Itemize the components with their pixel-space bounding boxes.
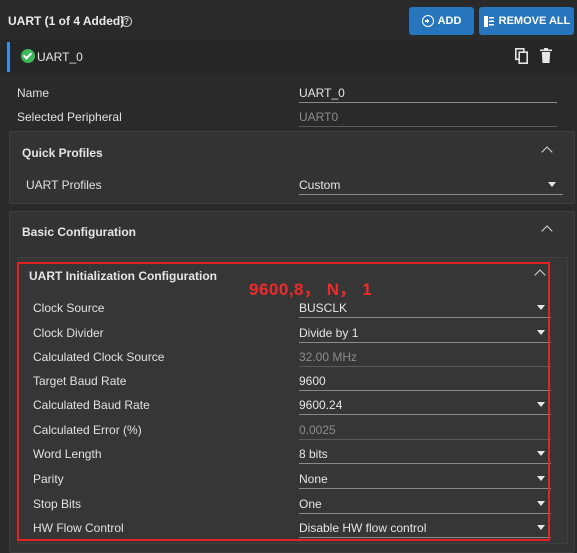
name-field-underline xyxy=(299,102,557,103)
copy-icon[interactable] xyxy=(515,48,528,64)
basic-configuration-title[interactable]: Basic Configuration xyxy=(22,225,136,239)
uart-profiles-underline xyxy=(299,194,563,195)
remove-list-icon xyxy=(483,15,494,27)
uart-profiles-label: UART Profiles xyxy=(26,178,102,192)
uart-profiles-select[interactable]: Custom xyxy=(299,178,340,192)
instance-selected-indicator xyxy=(7,42,10,72)
quick-profiles-title[interactable]: Quick Profiles xyxy=(22,146,103,160)
check-icon xyxy=(21,49,35,63)
add-button-label: ADD xyxy=(437,15,462,27)
trash-icon[interactable] xyxy=(540,48,552,63)
instance-name: UART_0 xyxy=(37,50,83,64)
instance-bar[interactable] xyxy=(0,40,577,74)
remove-all-label: REMOVE ALL xyxy=(498,15,571,27)
name-field[interactable]: UART_0 xyxy=(299,86,345,100)
selected-peripheral-field: UART0 xyxy=(299,110,339,124)
add-button[interactable]: ADD xyxy=(409,7,474,35)
add-circle-icon xyxy=(421,15,434,27)
selected-peripheral-label: Selected Peripheral xyxy=(17,110,122,124)
remove-all-button[interactable]: REMOVE ALL xyxy=(479,7,574,35)
page-title: UART (1 of 4 Added) xyxy=(8,14,125,28)
dropdown-arrow-icon[interactable] xyxy=(548,182,556,187)
selected-peripheral-underline xyxy=(299,126,557,127)
name-label: Name xyxy=(17,86,50,100)
annotation-highlight-box xyxy=(17,262,550,541)
help-icon[interactable]: ? xyxy=(121,16,132,27)
